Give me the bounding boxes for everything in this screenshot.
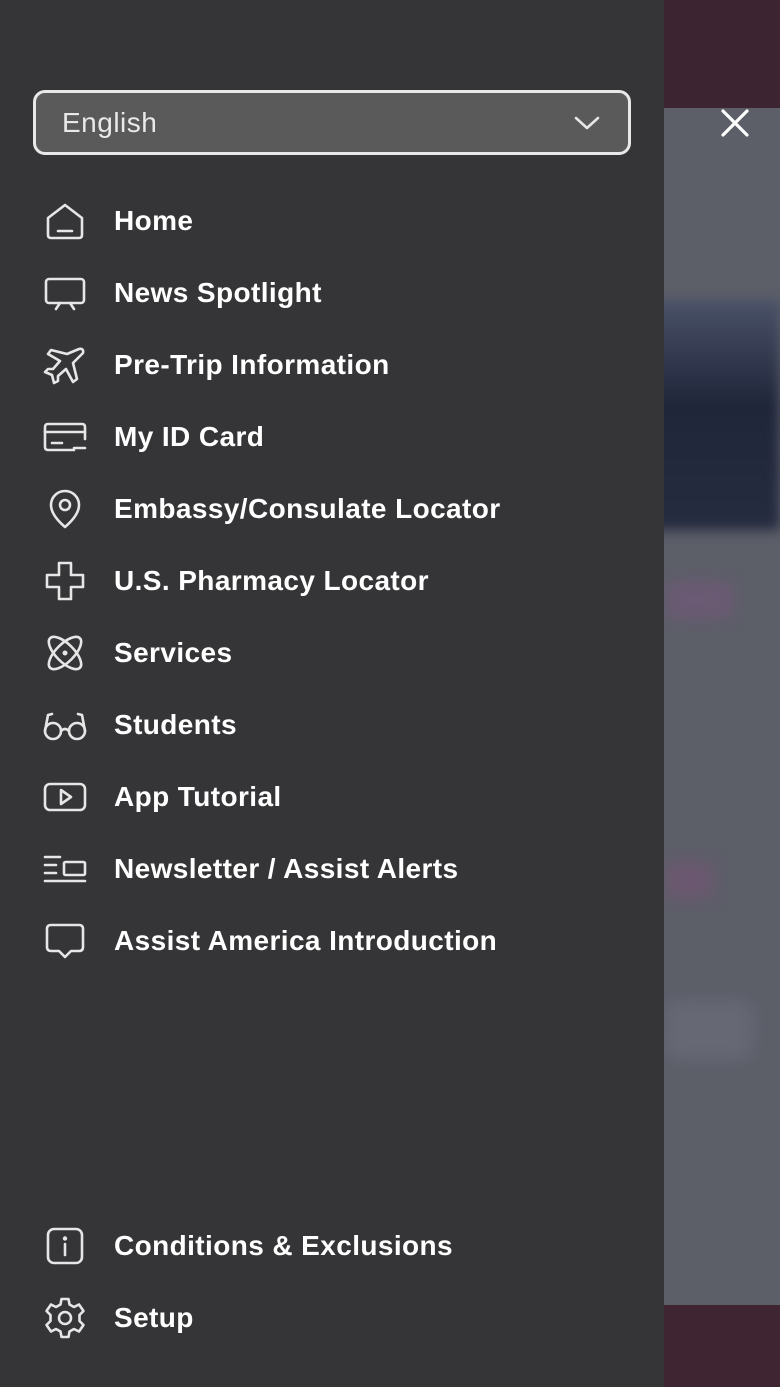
language-select[interactable]: English xyxy=(33,90,631,155)
menu-item-newsletter-assist-alerts[interactable]: Newsletter / Assist Alerts xyxy=(0,833,664,905)
menu-item-label: Newsletter / Assist Alerts xyxy=(114,853,459,884)
menu-item-my-id-card[interactable]: My ID Card xyxy=(0,401,664,473)
menu-item-label: App Tutorial xyxy=(114,781,282,812)
navigation-drawer: English Home News Spotlight Pre-Trip Inf… xyxy=(0,0,664,1387)
glasses-icon xyxy=(42,702,88,748)
close-drawer-button[interactable] xyxy=(714,102,756,144)
medical-cross-icon xyxy=(42,558,88,604)
language-select-value: English xyxy=(62,106,158,138)
menu-item-label: U.S. Pharmacy Locator xyxy=(114,565,429,596)
main-menu: Home News Spotlight Pre-Trip Information… xyxy=(0,185,664,977)
menu-item-news-spotlight[interactable]: News Spotlight xyxy=(0,257,664,329)
menu-item-embassy-consulate-locator[interactable]: Embassy/Consulate Locator xyxy=(0,473,664,545)
atom-icon xyxy=(42,630,88,676)
menu-item-label: Services xyxy=(114,637,233,668)
menu-item-services[interactable]: Services xyxy=(0,617,664,689)
home-icon xyxy=(42,198,88,244)
menu-item-app-tutorial[interactable]: App Tutorial xyxy=(0,761,664,833)
menu-item-setup[interactable]: Setup xyxy=(0,1282,664,1354)
newsletter-icon xyxy=(42,846,88,892)
close-icon xyxy=(721,109,749,137)
menu-item-conditions-exclusions[interactable]: Conditions & Exclusions xyxy=(0,1210,664,1282)
menu-item-label: Students xyxy=(114,709,237,740)
menu-item-label: Conditions & Exclusions xyxy=(114,1230,454,1261)
menu-item-us-pharmacy-locator[interactable]: U.S. Pharmacy Locator xyxy=(0,545,664,617)
background-element xyxy=(664,580,734,620)
chat-bubble-icon xyxy=(42,918,88,964)
menu-item-label: Home xyxy=(114,205,194,236)
menu-item-label: My ID Card xyxy=(114,421,265,452)
menu-item-home[interactable]: Home xyxy=(0,185,664,257)
menu-item-assist-america-introduction[interactable]: Assist America Introduction xyxy=(0,905,664,977)
background-element xyxy=(664,1000,754,1060)
background-element xyxy=(664,860,714,900)
menu-item-label: Pre-Trip Information xyxy=(114,349,390,380)
video-play-icon xyxy=(42,774,88,820)
id-card-icon xyxy=(42,414,88,460)
gear-icon xyxy=(42,1295,88,1341)
menu-item-label: Setup xyxy=(114,1302,194,1333)
location-pin-icon xyxy=(42,486,88,532)
menu-item-label: Assist America Introduction xyxy=(114,925,498,956)
info-icon xyxy=(42,1223,88,1269)
presentation-icon xyxy=(42,270,88,316)
airplane-icon xyxy=(42,342,88,388)
bottom-menu: Conditions & Exclusions Setup xyxy=(0,1210,664,1354)
chevron-down-icon xyxy=(574,116,600,129)
menu-item-pre-trip-information[interactable]: Pre-Trip Information xyxy=(0,329,664,401)
menu-item-students[interactable]: Students xyxy=(0,689,664,761)
menu-item-label: News Spotlight xyxy=(114,277,322,308)
menu-item-label: Embassy/Consulate Locator xyxy=(114,493,501,524)
